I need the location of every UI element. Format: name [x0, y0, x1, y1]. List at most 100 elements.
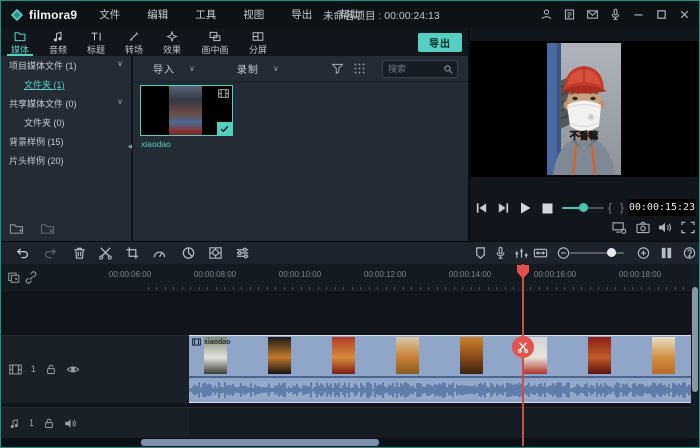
mark-out-icon[interactable]: } — [616, 202, 628, 214]
audio-track-lane[interactable] — [189, 407, 699, 439]
eye-icon[interactable] — [66, 364, 80, 375]
playhead-pin[interactable] — [516, 264, 530, 280]
tab-split-screen[interactable]: 分屏 — [239, 28, 277, 56]
tab-effects[interactable]: 效果 — [153, 28, 191, 56]
tab-titles[interactable]: 标题 — [77, 28, 115, 56]
folder-icon — [14, 31, 26, 42]
double-bars-icon[interactable] — [659, 246, 674, 260]
color-correction-icon[interactable] — [181, 246, 196, 260]
import-dropdown[interactable]: 导入∨ — [153, 61, 195, 76]
ruler-tick — [590, 287, 591, 290]
zoom-slider-knob[interactable] — [607, 248, 616, 257]
tree-item-background-samples[interactable]: 背景样例 (15) — [1, 132, 131, 151]
media-item-xiaodao[interactable] — [140, 85, 233, 136]
redo-icon[interactable] — [43, 246, 58, 260]
tab-audio[interactable]: 音频 — [39, 28, 77, 56]
tab-transitions[interactable]: 转场 — [115, 28, 153, 56]
close-button[interactable] — [678, 8, 691, 21]
microphone-icon[interactable] — [609, 8, 622, 21]
ruler-tick — [182, 287, 183, 290]
timeline-ruler[interactable]: 00:00:06:0000:00:08:0000:00:10:0000:00:1… — [1, 264, 699, 293]
delete-folder-icon[interactable] — [40, 222, 55, 235]
filmstrip-icon — [192, 338, 201, 346]
add-marker-icon[interactable] — [7, 271, 21, 284]
link-icon[interactable] — [24, 271, 38, 284]
maximize-button[interactable] — [655, 8, 668, 21]
ruler-label: 00:00:18:00 — [619, 270, 661, 279]
tab-media[interactable]: 媒体 — [1, 28, 39, 56]
preview-panel: 不香嘛 { } 00:00:15:23 — [470, 29, 699, 241]
search-input[interactable] — [383, 64, 443, 74]
clip-frame-thumbnail — [652, 337, 675, 374]
menu-file[interactable]: 文件 — [99, 7, 120, 22]
chevron-down-icon[interactable]: ∨ — [117, 97, 123, 106]
ruler-tick — [641, 287, 642, 290]
timeline-clip-xiaodao[interactable]: xiaodao — [189, 335, 693, 403]
fullscreen-icon[interactable] — [680, 221, 696, 234]
horizontal-scrollbar[interactable] — [1, 438, 699, 448]
search-icon[interactable] — [443, 64, 454, 75]
tree-item-folder-0[interactable]: 文件夹 (0) — [1, 113, 131, 132]
export-button[interactable]: 导出 — [418, 33, 462, 52]
vscroll-thumb[interactable] — [692, 287, 698, 392]
chevron-down-icon[interactable]: ∨ — [117, 59, 123, 68]
menu-export[interactable]: 导出 — [291, 7, 312, 22]
record-voiceover-icon[interactable] — [493, 246, 508, 260]
undo-icon[interactable] — [15, 246, 30, 260]
zoom-out-icon[interactable] — [556, 246, 571, 260]
display-settings-icon[interactable] — [611, 221, 627, 234]
ruler-tick — [275, 287, 276, 290]
mute-speaker-icon[interactable] — [64, 418, 77, 429]
help-icon[interactable] — [682, 246, 697, 260]
ruler-tick — [428, 287, 429, 290]
snapshot-camera-icon[interactable] — [635, 221, 651, 234]
lock-icon[interactable] — [43, 417, 55, 429]
tree-item-folder-1[interactable]: 文件夹 (1) — [1, 75, 131, 94]
tree-item-intro-samples[interactable]: 片头样例 (20) — [1, 151, 131, 170]
tree-item-shared-media[interactable]: 共享媒体文件 (0)∨ — [1, 94, 131, 113]
menu-view[interactable]: 视图 — [243, 7, 264, 22]
menu-edit[interactable]: 编辑 — [147, 7, 168, 22]
hscroll-thumb[interactable] — [141, 439, 379, 446]
ruler-tick — [292, 287, 293, 290]
play-button[interactable] — [514, 200, 536, 216]
slider-knob[interactable] — [579, 203, 588, 212]
timeline-zoom-slider[interactable] — [570, 252, 624, 254]
crop-icon[interactable] — [125, 246, 140, 260]
account-icon[interactable] — [540, 8, 553, 21]
collapse-panel-icon[interactable]: ◂ — [127, 142, 132, 151]
ruler-tick — [352, 287, 353, 290]
lock-icon[interactable] — [45, 363, 57, 375]
audio-mixer-icon[interactable] — [514, 246, 529, 260]
split-scissors-icon[interactable] — [98, 246, 113, 260]
clip-frame-thumbnail — [460, 337, 483, 374]
vertical-scrollbar[interactable] — [691, 264, 699, 438]
menu-tools[interactable]: 工具 — [195, 7, 216, 22]
news-icon[interactable] — [563, 8, 576, 21]
marker-icon[interactable] — [473, 246, 488, 260]
grid-view-icon[interactable] — [353, 62, 366, 75]
record-dropdown[interactable]: 录制∨ — [237, 61, 279, 76]
speed-icon[interactable] — [152, 246, 167, 260]
tab-pip[interactable]: 画中画 — [191, 28, 239, 56]
delete-icon[interactable] — [72, 246, 87, 260]
mark-in-icon[interactable]: { — [604, 202, 616, 214]
filter-icon[interactable] — [331, 62, 344, 75]
next-frame-button[interactable] — [492, 200, 514, 216]
zoom-in-icon[interactable] — [636, 246, 651, 260]
feedback-mail-icon[interactable] — [586, 8, 599, 21]
minimize-button[interactable] — [632, 8, 645, 21]
volume-slider[interactable] — [562, 200, 604, 216]
preview-viewport[interactable]: 不香嘛 — [470, 41, 699, 177]
speaker-icon[interactable] — [657, 221, 673, 234]
ruler-tick — [513, 287, 514, 290]
ruler-tick — [309, 287, 310, 290]
cut-clip-button[interactable] — [512, 336, 534, 358]
add-folder-icon[interactable] — [9, 222, 24, 235]
tree-item-project-media[interactable]: 项目媒体文件 (1)∨ — [1, 56, 131, 75]
zoom-to-fit-icon[interactable] — [533, 246, 548, 260]
motion-tracking-icon[interactable] — [208, 246, 223, 260]
adjustment-icon[interactable] — [235, 246, 250, 260]
previous-frame-button[interactable] — [470, 200, 492, 216]
stop-button[interactable] — [536, 200, 558, 216]
